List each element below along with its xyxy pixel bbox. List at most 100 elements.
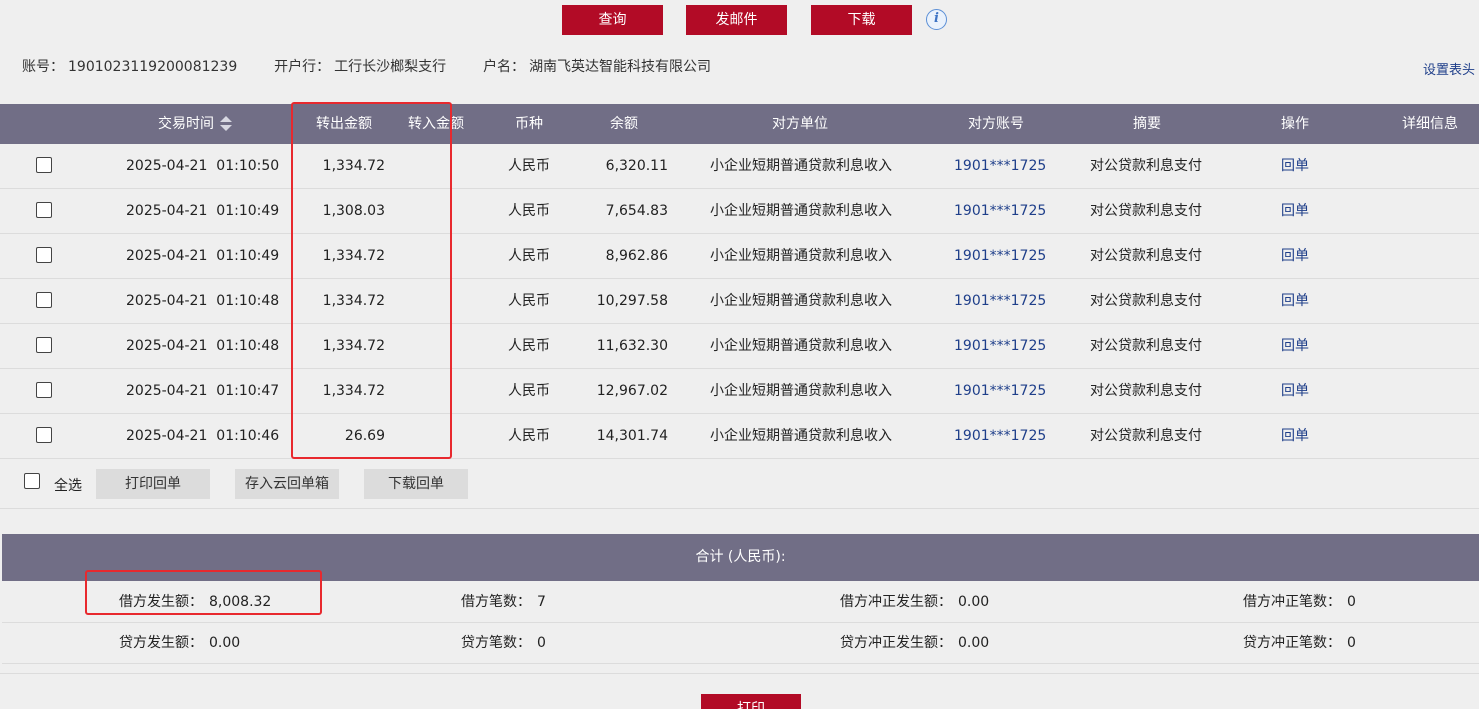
debit-count-value: 7: [537, 594, 546, 610]
download-button[interactable]: 下载: [811, 5, 912, 35]
counter-account-link[interactable]: 1901***1725: [954, 369, 1046, 414]
memo: 对公贷款利息支付: [1090, 293, 1202, 309]
credit-count-label: 贷方笔数：: [461, 635, 531, 651]
col-header-memo: 摘要: [1133, 116, 1161, 132]
row-checkbox[interactable]: [36, 337, 52, 353]
counter-account-link[interactable]: 1901***1725: [954, 324, 1046, 369]
currency: 人民币: [508, 158, 550, 174]
currency: 人民币: [508, 293, 550, 309]
receipt-link[interactable]: 回单: [1281, 189, 1309, 234]
row-checkbox[interactable]: [36, 202, 52, 218]
counterparty: 小企业短期普通贷款利息收入: [710, 338, 892, 354]
debit-amount-total-label: 借方发生额：: [119, 594, 203, 610]
row-checkbox[interactable]: [36, 157, 52, 173]
credit-reversal-count-label: 贷方冲正笔数：: [1243, 635, 1341, 651]
counter-account-link[interactable]: 1901***1725: [954, 279, 1046, 324]
col-header-time[interactable]: 交易时间: [158, 104, 232, 144]
counterparty: 小企业短期普通贷款利息收入: [710, 293, 892, 309]
credit-reversal-count: 贷方冲正笔数： 0: [1243, 623, 1356, 664]
row-checkbox[interactable]: [36, 427, 52, 443]
counterparty: 小企业短期普通贷款利息收入: [710, 248, 892, 264]
receipt-link[interactable]: 回单: [1281, 144, 1309, 189]
col-header-action: 操作: [1281, 116, 1309, 132]
receipt-link[interactable]: 回单: [1281, 414, 1309, 459]
memo: 对公贷款利息支付: [1090, 338, 1202, 354]
query-button[interactable]: 查询: [562, 5, 663, 35]
col-header-debit: 转出金额: [316, 116, 372, 132]
batch-action-bar: 全选 打印回单 存入云回单箱 下载回单: [0, 459, 1479, 509]
select-all-label[interactable]: 全选: [54, 475, 82, 495]
balance: 11,632.30: [596, 338, 668, 354]
receipt-link[interactable]: 回单: [1281, 279, 1309, 324]
col-header-time-label: 交易时间: [158, 116, 214, 132]
debit-amount: 1,334.72: [322, 158, 385, 174]
currency: 人民币: [508, 248, 550, 264]
memo: 对公贷款利息支付: [1090, 383, 1202, 399]
summary-row-debit: 借方发生额： 8,008.32 借方笔数： 7 借方冲正发生额： 0.00 借方冲正笔…: [2, 582, 1479, 623]
counter-account-link[interactable]: 1901***1725: [954, 414, 1046, 459]
memo: 对公贷款利息支付: [1090, 203, 1202, 219]
receipt-link[interactable]: 回单: [1281, 234, 1309, 279]
save-to-cloud-receipt-box-button[interactable]: 存入云回单箱: [235, 469, 339, 499]
transaction-table: 2025-04-21 01:10:50 1,334.72 人民币 6,320.1…: [0, 144, 1479, 459]
credit-amount-total: 贷方发生额： 0.00: [119, 623, 240, 664]
row-checkbox[interactable]: [36, 247, 52, 263]
transaction-time: 2025-04-21 01:10:48: [126, 293, 280, 309]
memo: 对公贷款利息支付: [1090, 158, 1202, 174]
table-header: 交易时间 转出金额 转入金额 币种 余额 对方单位 对方账号 摘要 操作 详细信…: [0, 104, 1479, 144]
set-table-header-link[interactable]: 设置表头: [1423, 59, 1475, 78]
table-row: 2025-04-21 01:10:47 1,334.72 人民币 12,967.…: [0, 369, 1479, 414]
table-row: 2025-04-21 01:10:48 1,334.72 人民币 11,632.…: [0, 324, 1479, 369]
row-checkbox[interactable]: [36, 292, 52, 308]
account-info: 账号： 1901023119200081239 开户行： 工行长沙榔梨支行 户名：湖…: [22, 56, 715, 76]
print-button[interactable]: 打印: [701, 694, 801, 709]
receipt-link[interactable]: 回单: [1281, 324, 1309, 369]
currency: 人民币: [508, 338, 550, 354]
debit-amount: 1,334.72: [322, 248, 385, 264]
transaction-time: 2025-04-21 01:10:49: [126, 203, 280, 219]
credit-count: 贷方笔数： 0: [461, 623, 546, 664]
balance: 6,320.11: [605, 158, 668, 174]
debit-reversal-count: 借方冲正笔数： 0: [1243, 582, 1356, 623]
debit-amount: 1,334.72: [322, 293, 385, 309]
opening-bank: 工行长沙榔梨支行: [334, 59, 447, 75]
balance: 8,962.86: [605, 248, 668, 264]
debit-reversal-amount: 借方冲正发生额： 0.00: [840, 582, 989, 623]
receipt-link[interactable]: 回单: [1281, 369, 1309, 414]
transaction-detail-page: 查询 发邮件 下载 i 账号： 1901023119200081239 开户行：工…: [0, 0, 1479, 709]
info-icon[interactable]: i: [926, 9, 947, 30]
credit-reversal-amount-value: 0.00: [958, 635, 990, 651]
counter-account-link[interactable]: 1901***1725: [954, 144, 1046, 189]
table-row: 2025-04-21 01:10:49 1,334.72 人民币 8,962.8…: [0, 234, 1479, 279]
memo: 对公贷款利息支付: [1090, 428, 1202, 444]
counterparty: 小企业短期普通贷款利息收入: [710, 383, 892, 399]
print-receipt-button[interactable]: 打印回单: [96, 469, 210, 499]
select-all-checkbox[interactable]: [24, 473, 40, 489]
row-checkbox[interactable]: [36, 382, 52, 398]
debit-amount: 26.69: [344, 428, 385, 444]
currency: 人民币: [508, 383, 550, 399]
memo: 对公贷款利息支付: [1090, 248, 1202, 264]
account-number-label: 账号：: [22, 59, 64, 75]
col-header-balance: 余额: [610, 116, 638, 132]
transaction-time: 2025-04-21 01:10:47: [126, 383, 280, 399]
download-receipt-button[interactable]: 下载回单: [364, 469, 468, 499]
balance: 12,967.02: [596, 383, 668, 399]
col-header-detail: 详细信息: [1402, 116, 1458, 132]
col-header-currency: 币种: [515, 116, 543, 132]
sort-icon[interactable]: [220, 116, 232, 132]
credit-amount-total-label: 贷方发生额：: [119, 635, 203, 651]
credit-reversal-count-value: 0: [1347, 635, 1356, 651]
counterparty: 小企业短期普通贷款利息收入: [710, 203, 892, 219]
debit-count-label: 借方笔数：: [461, 594, 531, 610]
debit-amount: 1,308.03: [322, 203, 385, 219]
col-header-counter-account: 对方账号: [968, 116, 1024, 132]
send-email-button[interactable]: 发邮件: [686, 5, 787, 35]
debit-reversal-amount-value: 0.00: [958, 594, 990, 610]
currency: 人民币: [508, 203, 550, 219]
account-holder: 湖南飞英达智能科技有限公司: [529, 59, 712, 75]
debit-amount-total: 借方发生额： 8,008.32: [119, 582, 271, 623]
counter-account-link[interactable]: 1901***1725: [954, 189, 1046, 234]
counter-account-link[interactable]: 1901***1725: [954, 234, 1046, 279]
balance: 10,297.58: [596, 293, 668, 309]
